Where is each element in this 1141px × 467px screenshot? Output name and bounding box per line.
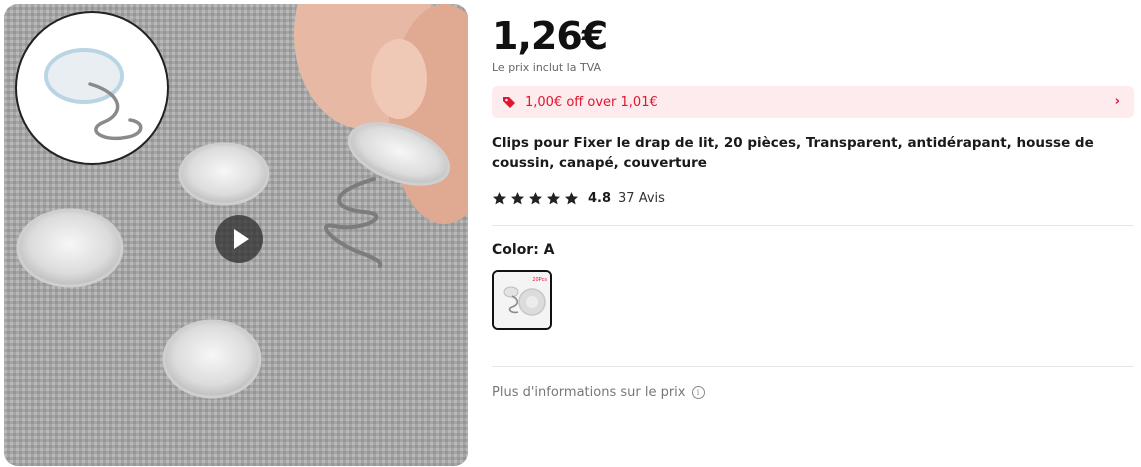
star-icon (492, 191, 507, 204)
coupon-text: 1,00€ off over 1,01€ (525, 94, 658, 110)
rating-value: 4.8 (588, 190, 612, 206)
chevron-right-icon: › (1114, 94, 1120, 109)
rating: 4.8 37 Avis (492, 188, 665, 208)
star-icon (564, 191, 579, 204)
star-icon (528, 191, 543, 204)
vat-note: Le prix inclut la TVA (492, 61, 602, 74)
product-image[interactable] (4, 4, 468, 466)
divider (492, 225, 1134, 226)
play-video-button[interactable] (215, 215, 263, 263)
swatch-thumbnail: 20Pcs (494, 272, 550, 328)
color-label: Color: A (492, 242, 555, 258)
price: 1,26€ (492, 14, 608, 58)
color-swatch-a[interactable]: 20Pcs (492, 270, 552, 330)
coupon-banner[interactable]: 1,00€ off over 1,01€ › (492, 86, 1134, 118)
reviews-link[interactable]: 37 Avis (618, 191, 665, 206)
divider (492, 366, 1134, 367)
info-icon: i (691, 386, 705, 399)
product-title: Clips pour Fixer le drap de lit, 20 pièc… (492, 135, 1094, 171)
more-price-info[interactable]: Plus d'informations sur le prix i (492, 385, 705, 400)
play-icon (233, 229, 249, 249)
swatch-badge: 20Pcs (532, 277, 547, 283)
tag-icon (503, 97, 515, 108)
star-icon (510, 191, 525, 204)
more-info-label: Plus d'informations sur le prix (492, 385, 686, 400)
star-icon (546, 191, 561, 204)
